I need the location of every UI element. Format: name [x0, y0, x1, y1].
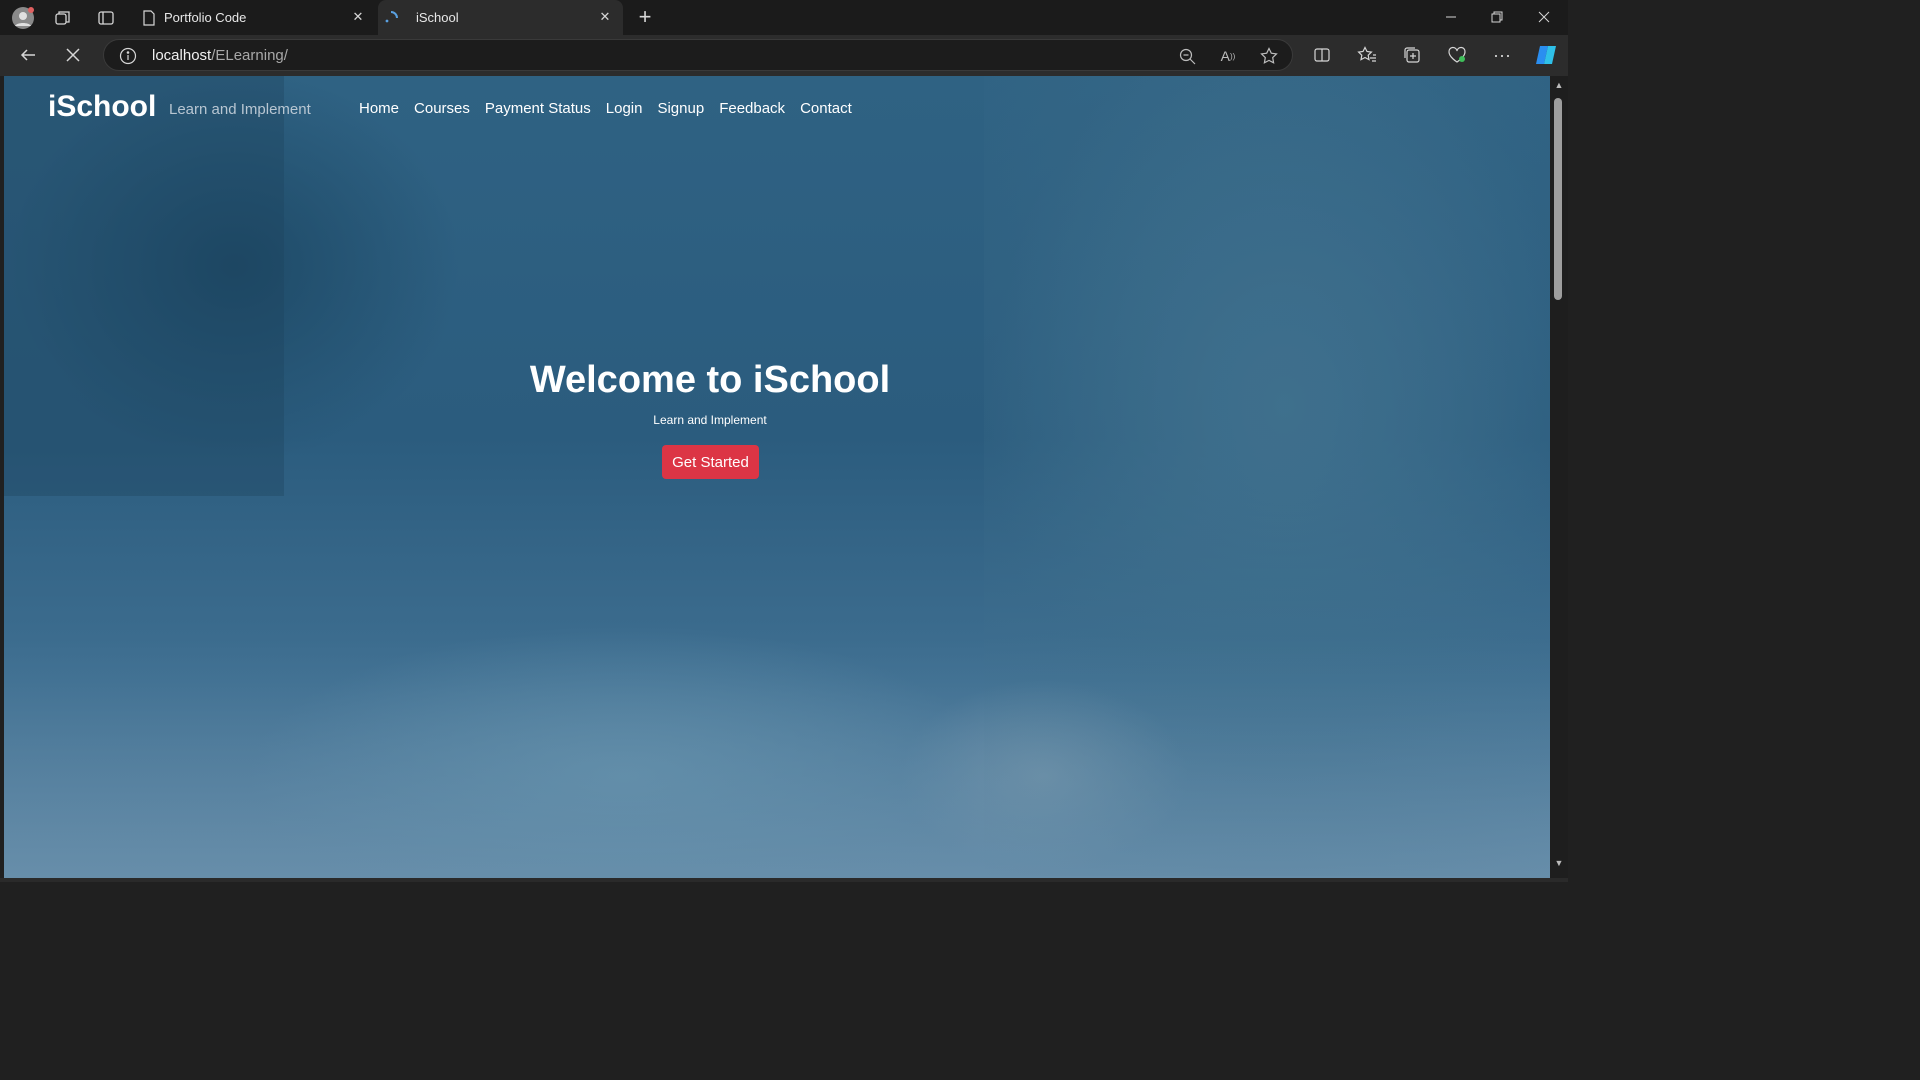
favorites-icon[interactable]: [1356, 44, 1378, 66]
split-screen-icon[interactable]: [1311, 44, 1333, 66]
main-nav: Home Courses Payment Status Login Signup…: [359, 100, 867, 117]
url-host: localhost: [152, 47, 212, 64]
tab-title: iSchool: [416, 10, 459, 25]
nav-contact[interactable]: Contact: [800, 100, 852, 117]
collections-icon[interactable]: [1401, 44, 1423, 66]
toolbar: localhost/ELearning/ A)) ···: [0, 35, 1568, 76]
new-tab-icon[interactable]: +: [634, 4, 656, 29]
read-aloud-icon[interactable]: A)): [1218, 46, 1238, 66]
nav-login[interactable]: Login: [606, 100, 643, 117]
scroll-up-icon[interactable]: ▲: [1550, 80, 1568, 94]
tab-portfolio-code[interactable]: Portfolio Code ✕: [134, 0, 376, 35]
zoom-out-icon[interactable]: [1177, 46, 1197, 66]
background-shape: [4, 636, 1550, 878]
get-started-button[interactable]: Get Started: [662, 445, 759, 479]
restore-icon[interactable]: [1486, 6, 1508, 28]
page-scrollbar[interactable]: ▲ ▼: [1550, 76, 1568, 882]
scrollbar-thumb[interactable]: [1554, 98, 1562, 300]
browser-chrome: Portfolio Code ✕ iSchool ✕ + localhost/E…: [0, 0, 1568, 76]
url-path: /ELearning/: [211, 47, 288, 64]
address-bar[interactable]: localhost/ELearning/ A)): [103, 39, 1293, 71]
bottom-edge: [0, 878, 1568, 882]
minimize-icon[interactable]: [1440, 6, 1462, 28]
nav-signup[interactable]: Signup: [657, 100, 704, 117]
close-window-icon[interactable]: [1533, 6, 1555, 28]
back-icon[interactable]: [17, 44, 39, 66]
site-tagline: Learn and Implement: [169, 101, 311, 118]
page-icon: [142, 9, 156, 26]
site-info-icon[interactable]: [118, 46, 138, 66]
close-icon[interactable]: ✕: [350, 9, 366, 25]
nav-home[interactable]: Home: [359, 100, 399, 117]
tab-title: Portfolio Code: [164, 10, 247, 25]
site-brand[interactable]: iSchool: [48, 90, 156, 124]
page-viewport: iSchool Learn and Implement Home Courses…: [4, 76, 1550, 878]
nav-courses[interactable]: Courses: [414, 100, 470, 117]
workspaces-icon[interactable]: [52, 7, 74, 29]
nav-payment-status[interactable]: Payment Status: [485, 100, 591, 117]
browser-essentials-icon[interactable]: [1446, 44, 1468, 66]
copilot-icon[interactable]: [1533, 43, 1559, 67]
nav-feedback[interactable]: Feedback: [719, 100, 785, 117]
url-text: localhost/ELearning/: [152, 40, 288, 72]
close-icon[interactable]: ✕: [597, 9, 613, 25]
hero-background-image: [4, 76, 1550, 878]
site-navbar: iSchool Learn and Implement Home Courses…: [4, 76, 1550, 146]
scroll-down-icon[interactable]: ▼: [1550, 858, 1568, 872]
more-options-icon[interactable]: ···: [1491, 44, 1513, 66]
favorite-star-icon[interactable]: [1259, 46, 1279, 66]
profile-avatar[interactable]: [10, 5, 35, 30]
stop-loading-icon[interactable]: [62, 44, 84, 66]
loading-spinner-icon: [384, 10, 398, 25]
hero-title: Welcome to iSchool: [529, 359, 891, 401]
tab-ischool[interactable]: iSchool ✕: [378, 0, 623, 35]
tab-actions-icon[interactable]: [95, 7, 117, 29]
hero-subtitle: Learn and Implement: [653, 413, 767, 427]
tab-strip: Portfolio Code ✕ iSchool ✕ +: [0, 0, 1568, 35]
